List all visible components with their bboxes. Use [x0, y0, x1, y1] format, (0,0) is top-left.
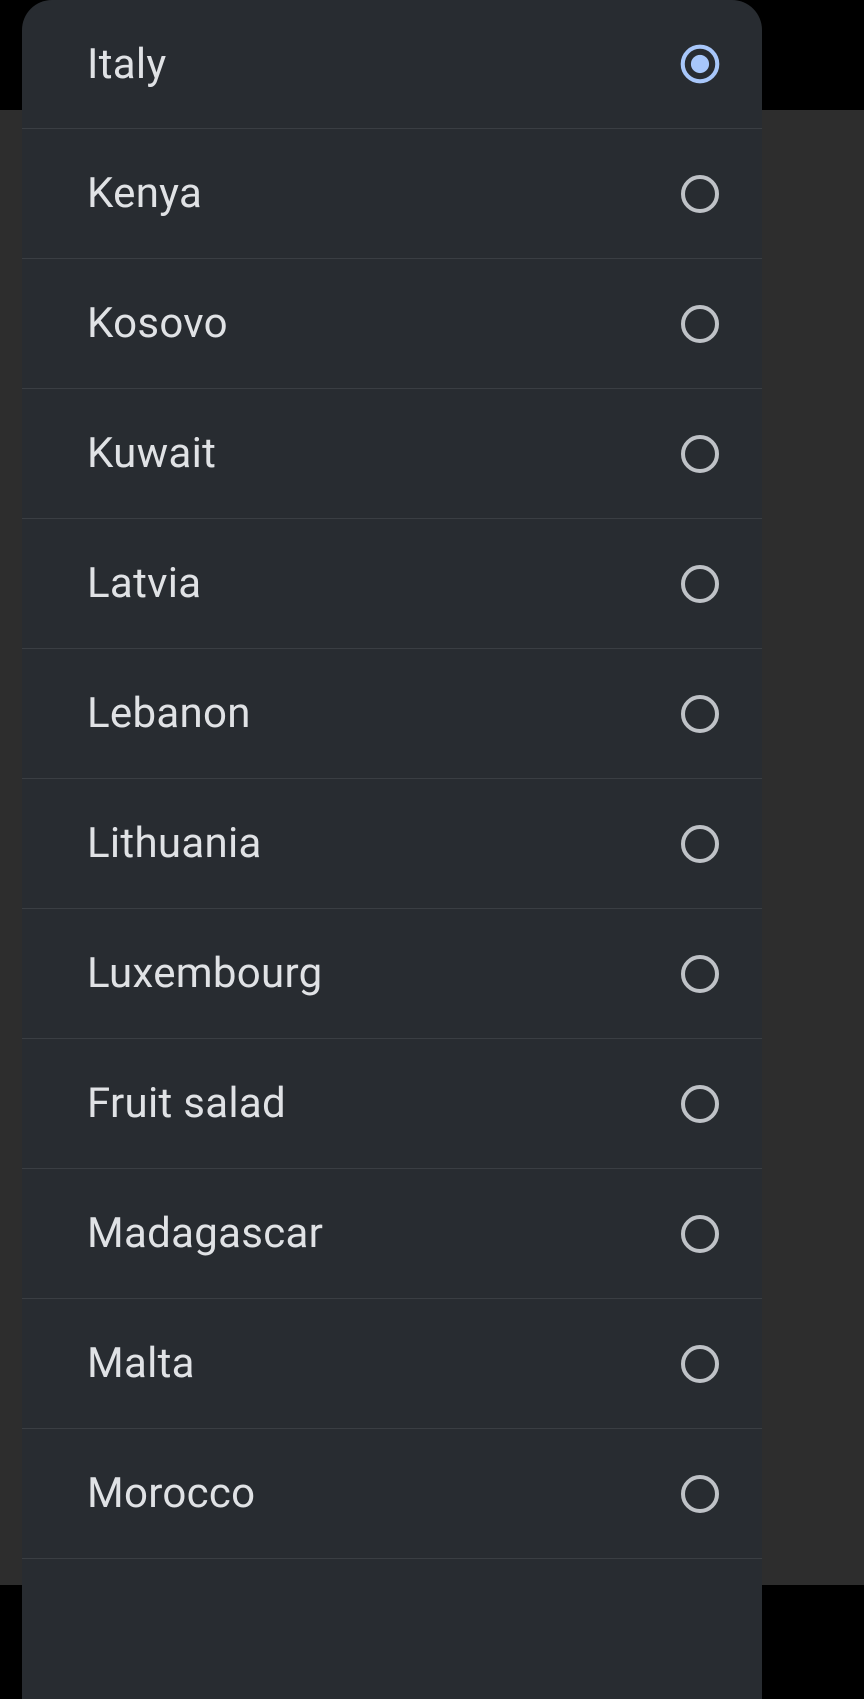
list-item-kuwait[interactable]: Kuwait [22, 389, 762, 519]
radio-unselected-icon [680, 174, 720, 214]
list-item-kenya[interactable]: Kenya [22, 129, 762, 259]
radio-unselected-icon [680, 1214, 720, 1254]
radio-unselected-icon [680, 1474, 720, 1514]
list-item-morocco[interactable]: Morocco [22, 1429, 762, 1559]
radio-unselected-icon [680, 564, 720, 604]
list-item-label: Kuwait [87, 429, 216, 478]
list-item-label: Fruit salad [87, 1079, 286, 1128]
selection-dialog: Italy Kenya Kosovo Kuwait Latvia Le [22, 0, 762, 1699]
radio-selected-icon [680, 44, 720, 84]
radio-unselected-icon [680, 954, 720, 994]
list-item-madagascar[interactable]: Madagascar [22, 1169, 762, 1299]
radio-unselected-icon [680, 434, 720, 474]
list-item-italy[interactable]: Italy [22, 0, 762, 129]
list-item-label: Madagascar [87, 1209, 323, 1258]
radio-unselected-icon [680, 304, 720, 344]
list-item-label: Kosovo [87, 299, 228, 348]
list-item-label: Italy [87, 40, 167, 89]
radio-unselected-icon [680, 694, 720, 734]
list-item-kosovo[interactable]: Kosovo [22, 259, 762, 389]
radio-unselected-icon [680, 824, 720, 864]
list-item-fruit-salad[interactable]: Fruit salad [22, 1039, 762, 1169]
list-item-lithuania[interactable]: Lithuania [22, 779, 762, 909]
list-item-label: Morocco [87, 1469, 255, 1518]
list-item-luxembourg[interactable]: Luxembourg [22, 909, 762, 1039]
list-item-label: Lebanon [87, 689, 251, 738]
list-item-label: Latvia [87, 559, 201, 608]
list-item-latvia[interactable]: Latvia [22, 519, 762, 649]
list-item-label: Kenya [87, 169, 202, 218]
list-item-label: Lithuania [87, 819, 262, 868]
list-item-malta[interactable]: Malta [22, 1299, 762, 1429]
list-item-label: Malta [87, 1339, 195, 1388]
radio-unselected-icon [680, 1344, 720, 1384]
radio-unselected-icon [680, 1084, 720, 1124]
list-item-lebanon[interactable]: Lebanon [22, 649, 762, 779]
list-item-label: Luxembourg [87, 949, 323, 998]
